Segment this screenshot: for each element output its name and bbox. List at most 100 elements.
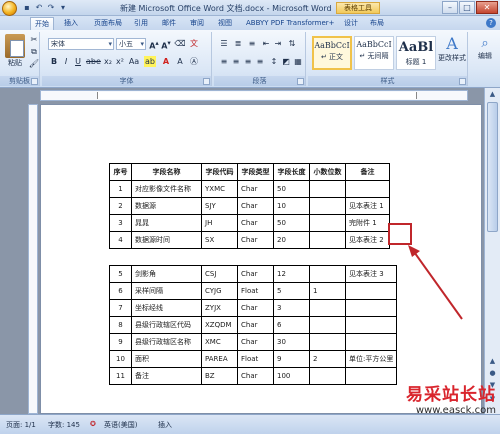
table-cell[interactable]: 备注 — [131, 367, 202, 385]
table-cell[interactable]: 3 — [273, 299, 310, 317]
table-cell[interactable]: 5 — [109, 265, 132, 283]
table-cell[interactable]: Char — [237, 180, 274, 198]
table-cell[interactable]: 见本表注 2 — [345, 231, 390, 249]
char-shading-icon[interactable]: A — [174, 56, 186, 67]
table-cell[interactable]: 见本表注 3 — [344, 265, 398, 283]
table-cell[interactable]: 剑影角 — [131, 265, 202, 283]
style-normal[interactable]: AaBbCcI ↵ 正文 — [312, 36, 352, 70]
table-cell[interactable]: 1 — [109, 180, 132, 198]
table-cell[interactable] — [309, 265, 346, 283]
underline-button[interactable]: U — [72, 56, 84, 67]
line-spacing-icon[interactable]: ↕ — [268, 56, 280, 67]
table-cell[interactable]: CYJG — [201, 282, 238, 300]
tab-home[interactable]: 开始 — [30, 17, 54, 30]
table-cell[interactable]: XMC — [201, 333, 238, 351]
clear-format-icon[interactable]: ⌫ — [174, 38, 186, 49]
table-cell[interactable]: Float — [237, 282, 274, 300]
table-cell[interactable]: 2 — [109, 197, 132, 215]
vertical-scrollbar[interactable]: ▲ ▲ ● ▼ ▼ — [484, 88, 500, 414]
table-cell[interactable]: 采样间隔 — [131, 282, 202, 300]
table-cell[interactable] — [345, 180, 390, 198]
style-heading-1[interactable]: AaBl 标题 1 — [396, 36, 436, 70]
table-cell[interactable]: CSJ — [201, 265, 238, 283]
table-cell[interactable]: JH — [201, 214, 238, 232]
paragraph-launcher-icon[interactable] — [297, 78, 304, 85]
table-cell[interactable]: 晁晁 — [131, 214, 202, 232]
table-cell[interactable]: Float — [237, 350, 274, 368]
styles-launcher-icon[interactable] — [459, 78, 466, 85]
redo-icon[interactable]: ↷ — [46, 3, 56, 13]
italic-button[interactable]: I — [60, 56, 72, 67]
format-painter-icon[interactable]: 🖌 — [28, 58, 40, 69]
vertical-ruler[interactable] — [28, 104, 38, 414]
undo-icon[interactable]: ↶ — [34, 3, 44, 13]
editing-button[interactable]: ⌕ 编辑 — [472, 36, 498, 61]
strikethrough-button[interactable]: abe — [86, 56, 101, 67]
table-cell[interactable]: Char — [237, 367, 274, 385]
table-cell[interactable]: 见本表注 1 — [345, 197, 390, 215]
table-cell[interactable]: 单位:平方公里 — [344, 350, 398, 368]
header-cell[interactable]: 字段代码 — [201, 163, 238, 181]
highlight-icon[interactable]: ab — [144, 56, 156, 67]
document-page[interactable]: 序号 字段名称 字段代码 字段类型 字段长度 小数位数 备注 1 对应影像文件名称… — [40, 104, 482, 414]
header-cell[interactable]: 字段长度 — [273, 163, 310, 181]
table-cell[interactable]: Char — [237, 214, 274, 232]
table-cell[interactable]: 7 — [109, 299, 132, 317]
table-cell[interactable]: SX — [201, 231, 238, 249]
bold-button[interactable]: B — [48, 56, 60, 67]
phonetic-icon[interactable]: 文 — [188, 38, 200, 49]
table-cell[interactable]: XZQDM — [201, 316, 238, 334]
grow-font-icon[interactable]: A▴ — [148, 38, 160, 51]
table-cell[interactable] — [309, 316, 346, 334]
table-cell[interactable]: Char — [237, 333, 274, 351]
table-cell[interactable] — [309, 367, 346, 385]
table-cell[interactable] — [309, 180, 346, 198]
status-mode[interactable]: 插入 — [158, 420, 172, 430]
change-case-icon[interactable]: Aa — [128, 56, 140, 67]
numbering-icon[interactable]: ≣ — [232, 38, 244, 49]
select-browse-object-icon[interactable]: ● — [487, 368, 498, 379]
table-cell[interactable]: 50 — [273, 214, 310, 232]
style-no-spacing[interactable]: AaBbCcI ↵ 无间隔 — [354, 36, 394, 70]
table-cell[interactable]: 10 — [273, 197, 310, 215]
table-cell[interactable]: Char — [237, 197, 274, 215]
data-table-1[interactable]: 序号 字段名称 字段代码 字段类型 字段长度 小数位数 备注 1 对应影像文件名称… — [109, 163, 390, 249]
table-cell[interactable] — [309, 299, 346, 317]
table-cell[interactable] — [344, 299, 398, 317]
tab-design[interactable]: 设计 — [340, 17, 362, 30]
table-cell[interactable]: 1 — [309, 282, 346, 300]
tab-mailings[interactable]: 邮件 — [158, 17, 180, 30]
table-cell[interactable] — [309, 214, 346, 232]
clipboard-launcher-icon[interactable] — [31, 78, 38, 85]
multilevel-list-icon[interactable]: ≡ — [246, 38, 258, 49]
align-left-icon[interactable]: ≡ — [218, 56, 230, 67]
header-cell[interactable]: 备注 — [345, 163, 390, 181]
horizontal-ruler[interactable] — [40, 90, 468, 101]
data-table-2[interactable]: 5 剑影角 CSJ Char 12 见本表注 3 6 采样间隔 CYJG Float 5 1 7 坐标经线… — [109, 265, 398, 385]
table-cell[interactable]: 县级行政辖区代码 — [131, 316, 202, 334]
table-cell[interactable] — [344, 333, 398, 351]
align-right-icon[interactable]: ≡ — [242, 56, 254, 67]
justify-icon[interactable]: ≡ — [254, 56, 266, 67]
table-cell[interactable]: 县级行政辖区名称 — [131, 333, 202, 351]
table-cell[interactable] — [344, 282, 398, 300]
table-cell[interactable]: 10 — [109, 350, 132, 368]
table-cell[interactable]: Char — [237, 231, 274, 249]
header-cell[interactable]: 字段名称 — [131, 163, 202, 181]
status-words[interactable]: 字数: 145 — [48, 420, 80, 430]
font-name-combo[interactable]: 宋体 — [48, 38, 114, 50]
copy-icon[interactable]: ⧉ — [28, 46, 40, 57]
subscript-button[interactable]: x₂ — [102, 56, 114, 67]
shrink-font-icon[interactable]: A▾ — [160, 38, 172, 51]
office-button[interactable] — [2, 1, 17, 16]
maximize-button[interactable]: □ — [459, 1, 475, 14]
table-cell[interactable]: 4 — [109, 231, 132, 249]
paste-button[interactable]: 粘贴 — [3, 34, 27, 68]
header-cell[interactable]: 序号 — [109, 163, 132, 181]
table-cell[interactable]: 坐标经线 — [131, 299, 202, 317]
font-launcher-icon[interactable] — [203, 78, 210, 85]
table-cell[interactable] — [344, 367, 398, 385]
table-cell[interactable]: 8 — [109, 316, 132, 334]
align-center-icon[interactable]: ≡ — [230, 56, 242, 67]
table-cell[interactable]: PAREA — [201, 350, 238, 368]
